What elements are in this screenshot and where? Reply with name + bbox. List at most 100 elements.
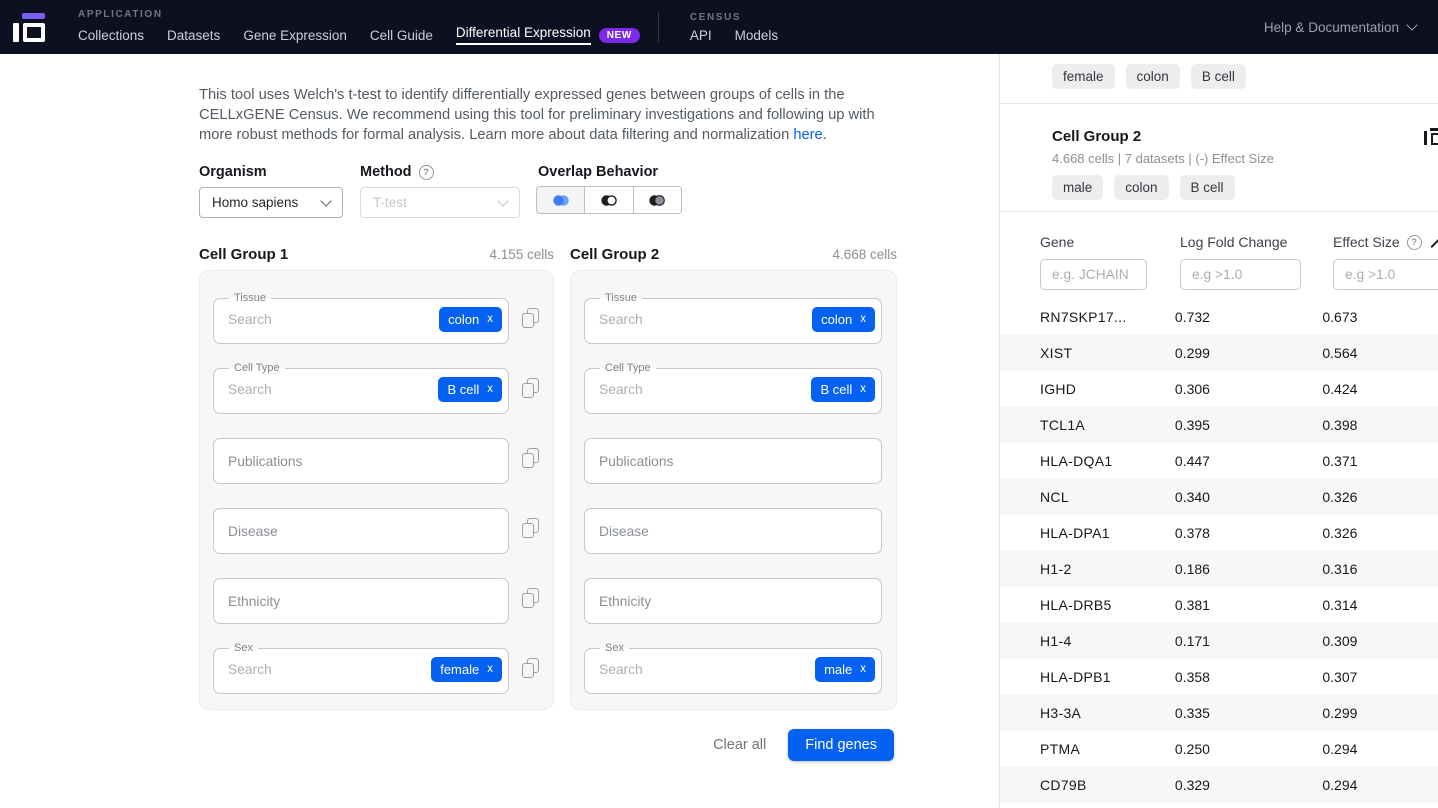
table-row[interactable]: NCL0.3400.326 bbox=[1000, 479, 1438, 515]
find-genes-button[interactable]: Find genes bbox=[788, 729, 894, 761]
tissue-filter[interactable]: Tissue colonx bbox=[213, 292, 509, 344]
tissue-search-input[interactable] bbox=[226, 311, 439, 328]
nav-item-gene-expression[interactable]: Gene Expression bbox=[243, 28, 347, 43]
cell-es: 0.307 bbox=[1322, 669, 1438, 685]
copy-icon[interactable] bbox=[522, 658, 540, 678]
nav-item-differential-expression[interactable]: Differential Expression bbox=[456, 25, 591, 45]
log-fold-change-filter-input[interactable] bbox=[1180, 259, 1301, 290]
cell-gene: H1-4 bbox=[1040, 633, 1175, 649]
cell-type-search-input[interactable] bbox=[597, 381, 811, 398]
overlap-option-exclude-icon[interactable] bbox=[584, 187, 632, 213]
cell-es: 0.673 bbox=[1322, 309, 1438, 325]
overlap-option-include-icon[interactable] bbox=[537, 187, 584, 213]
remove-chip-icon[interactable]: x bbox=[860, 664, 866, 675]
table-row[interactable]: H1-20.1860.316 bbox=[1000, 551, 1438, 587]
cell-lfc: 0.171 bbox=[1175, 633, 1322, 649]
organism-select[interactable]: Homo sapiens bbox=[199, 187, 343, 218]
normalization-link[interactable]: here bbox=[793, 127, 822, 143]
new-badge: NEW bbox=[599, 28, 640, 43]
overlap-behavior-toggle bbox=[536, 186, 682, 214]
help-documentation-menu[interactable]: Help & Documentation bbox=[1264, 20, 1416, 35]
publications-input[interactable] bbox=[597, 453, 869, 470]
sex-chip[interactable]: femalex bbox=[431, 657, 502, 682]
publications-filter[interactable] bbox=[584, 438, 882, 484]
remove-chip-icon[interactable]: x bbox=[860, 384, 866, 395]
table-row[interactable]: H1-40.1710.309 bbox=[1000, 623, 1438, 659]
disease-filter[interactable] bbox=[584, 508, 882, 554]
sex-chip[interactable]: malex bbox=[815, 657, 875, 682]
nav-item-models[interactable]: Models bbox=[735, 28, 779, 43]
clear-all-button[interactable]: Clear all bbox=[713, 737, 766, 753]
ethnicity-input[interactable] bbox=[597, 593, 869, 610]
chevron-down-icon bbox=[320, 195, 331, 206]
remove-chip-icon[interactable]: x bbox=[487, 384, 493, 395]
sex-filter[interactable]: Sex malex bbox=[584, 642, 882, 694]
disease-input[interactable] bbox=[226, 523, 496, 540]
method-help-icon[interactable]: ? bbox=[419, 165, 434, 180]
remove-chip-icon[interactable]: x bbox=[487, 314, 493, 325]
sex-filter-row: Sex malex bbox=[584, 642, 882, 694]
cell-type-filter[interactable]: Cell Type B cellx bbox=[584, 362, 882, 414]
sort-icon[interactable] bbox=[1429, 236, 1438, 249]
copy-icon[interactable] bbox=[522, 518, 540, 538]
gene-filter-input[interactable] bbox=[1040, 259, 1147, 290]
table-row[interactable]: HLA-DRB50.3810.314 bbox=[1000, 587, 1438, 623]
disease-input[interactable] bbox=[597, 523, 869, 540]
ethnicity-filter[interactable] bbox=[213, 578, 509, 624]
table-row[interactable]: HLA-DPB10.3580.307 bbox=[1000, 659, 1438, 695]
method-select[interactable]: T-test bbox=[360, 187, 520, 218]
table-row[interactable]: HLA-DQA10.4470.371 bbox=[1000, 443, 1438, 479]
ethnicity-filter[interactable] bbox=[584, 578, 882, 624]
table-row[interactable]: IGHD0.3060.424 bbox=[1000, 371, 1438, 407]
cell-gene: IGHD bbox=[1040, 381, 1175, 397]
nav-item-cell-guide[interactable]: Cell Guide bbox=[370, 28, 433, 43]
effect-size-filter-input[interactable] bbox=[1333, 259, 1438, 290]
cell-group-1-panel: Tissue colonx Cell Type B cellx bbox=[199, 270, 554, 710]
cell-type-filter-row: Cell Type B cellx bbox=[584, 362, 882, 414]
table-row[interactable]: XIST0.2990.564 bbox=[1000, 335, 1438, 371]
overlap-option-partial-icon[interactable] bbox=[633, 187, 681, 213]
sex-search-input[interactable] bbox=[226, 661, 431, 678]
nav-item-datasets[interactable]: Datasets bbox=[167, 28, 220, 43]
cell-type-filter[interactable]: Cell Type B cellx bbox=[213, 362, 509, 414]
nav-item-api[interactable]: API bbox=[690, 28, 712, 43]
cell-lfc: 0.378 bbox=[1175, 525, 1322, 541]
sex-filter-row: Sex femalex bbox=[213, 642, 553, 694]
cell-lfc: 0.299 bbox=[1175, 345, 1322, 361]
table-row[interactable]: H3-3A0.3350.299 bbox=[1000, 695, 1438, 731]
cell-type-chip[interactable]: B cellx bbox=[811, 377, 875, 402]
table-row[interactable]: RN7SKP17...0.7320.673 bbox=[1000, 299, 1438, 335]
disease-filter[interactable] bbox=[213, 508, 509, 554]
venn-both-blue-icon bbox=[552, 194, 570, 207]
copy-icon[interactable] bbox=[522, 378, 540, 398]
cell-type-search-input[interactable] bbox=[226, 381, 438, 398]
column-header-gene: Gene bbox=[1040, 234, 1074, 250]
copy-icon[interactable] bbox=[522, 448, 540, 468]
ethnicity-input[interactable] bbox=[226, 593, 496, 610]
table-row[interactable]: TCL1A0.3950.398 bbox=[1000, 407, 1438, 443]
sex-filter[interactable]: Sex femalex bbox=[213, 642, 509, 694]
tissue-chip[interactable]: colonx bbox=[439, 307, 502, 332]
publications-input[interactable] bbox=[226, 453, 496, 470]
remove-chip-icon[interactable]: x bbox=[860, 314, 866, 325]
table-row[interactable]: PTMA0.2500.294 bbox=[1000, 731, 1438, 767]
tissue-filter[interactable]: Tissue colonx bbox=[584, 292, 882, 344]
cellxgene-mark-icon[interactable] bbox=[1424, 128, 1438, 148]
nav-item-collections[interactable]: Collections bbox=[78, 28, 144, 43]
cell-type-chip[interactable]: B cellx bbox=[438, 377, 502, 402]
cell-lfc: 0.381 bbox=[1175, 597, 1322, 613]
copy-icon[interactable] bbox=[522, 308, 540, 328]
table-row[interactable]: CD79B0.3290.294 bbox=[1000, 767, 1438, 803]
remove-chip-icon[interactable]: x bbox=[487, 664, 493, 675]
table-row[interactable]: HLA-DPA10.3780.326 bbox=[1000, 515, 1438, 551]
copy-icon[interactable] bbox=[522, 588, 540, 608]
sex-search-input[interactable] bbox=[597, 661, 815, 678]
tissue-chip[interactable]: colonx bbox=[812, 307, 875, 332]
cell-es: 0.398 bbox=[1322, 417, 1438, 433]
effect-size-help-icon[interactable]: ? bbox=[1407, 235, 1422, 250]
tissue-search-input[interactable] bbox=[597, 311, 812, 328]
cellxgene-logo-icon[interactable] bbox=[13, 9, 47, 45]
cell-group-2-tags: malecolonB cell bbox=[1052, 175, 1438, 200]
publications-filter[interactable] bbox=[213, 438, 509, 484]
cell-gene: TCL1A bbox=[1040, 417, 1175, 433]
